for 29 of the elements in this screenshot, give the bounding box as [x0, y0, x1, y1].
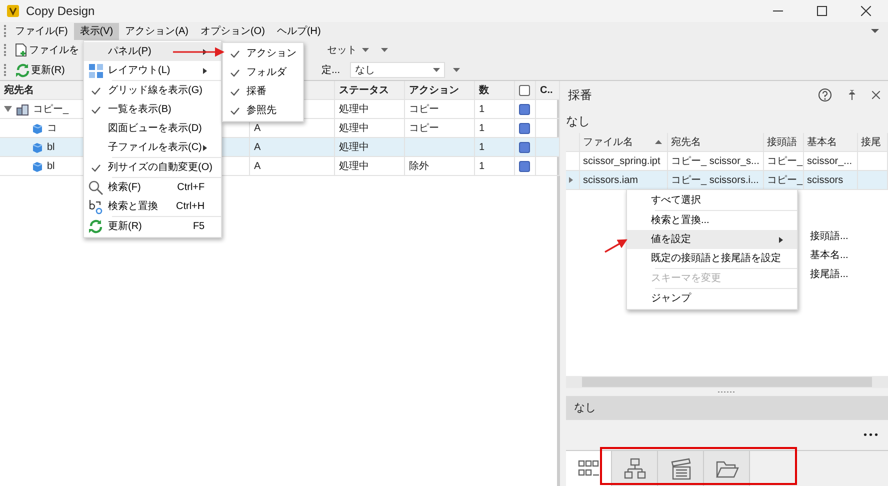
shortcut-text: F5 [192, 220, 206, 234]
table-cell: 1 [475, 157, 515, 176]
table-cell: 処理中 [335, 157, 405, 176]
table-cell: コピー_ scissor_s... [668, 152, 764, 171]
table-cell: scissor_... [804, 152, 858, 171]
shortcut-text: Ctrl+F [176, 181, 206, 195]
table-cell: 1 [475, 100, 515, 119]
panel-title: 採番 [568, 87, 592, 104]
table-cell: 処理中 [335, 138, 405, 157]
table-cell: コピー_ [764, 171, 804, 190]
table-cell: 1 [475, 138, 515, 157]
file-name-text: コ [47, 122, 57, 136]
table-cell: コピー_ scissors.i... [668, 171, 764, 190]
table-cell: scissor_spring.ipt [580, 152, 668, 171]
table-cell: A [250, 157, 335, 176]
table-cell: コピー [405, 100, 475, 119]
window-title: Copy Design [26, 3, 95, 20]
filter-label: なし [565, 113, 591, 130]
file-name-text: コピー_ [33, 102, 69, 116]
table-cell: コピー_ [764, 152, 804, 171]
table-cell: scissors [804, 171, 858, 190]
table-cell: scissors.iam [580, 171, 668, 190]
shortcut-text: Ctrl+H [175, 200, 206, 214]
status-bar: なし [566, 396, 888, 420]
table-cell: A [250, 138, 335, 157]
table-cell: 除外 [405, 157, 475, 176]
file-name-text: bl [47, 160, 55, 174]
table-cell: 処理中 [335, 100, 405, 119]
file-name-text: bl [47, 140, 55, 154]
